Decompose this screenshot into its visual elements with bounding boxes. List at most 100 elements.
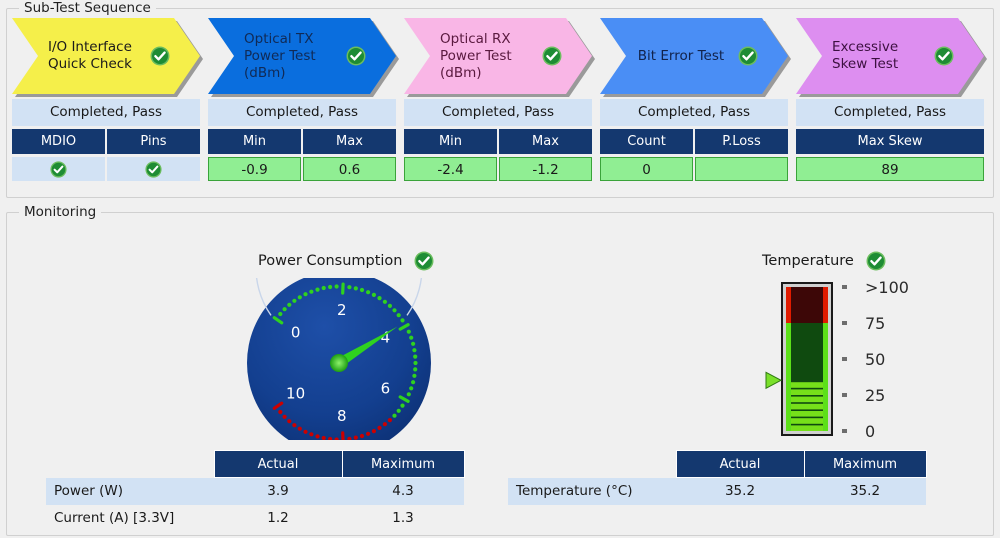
thermometer-tick-label: 0 [865,422,875,440]
power-consumption-label: Power Consumption [258,253,403,269]
temperature-actual-0: 35.2 [676,477,804,505]
sub-test-card-3[interactable]: Bit Error Test Completed, Pass Count P.Loss… [600,18,788,181]
sub-test-value-row: -2.4 -1.2 [404,157,592,181]
chevron-body[interactable]: I/O Interface Quick Check [12,18,200,94]
thermometer-tick-label: 75 [865,314,885,333]
sub-test-col-value-1: 0.6 [303,157,396,181]
thermometer-tick [842,285,847,289]
gauge-tick-label: 0 [291,324,301,342]
sub-test-col-value-0: 89 [796,157,984,181]
chevron-body[interactable]: Optical RX Power Test (dBm) [404,18,592,94]
temperature-table: Actual Maximum Temperature (°C) 35.2 35.2 [508,450,927,505]
sub-test-col-value-1 [107,157,200,181]
sub-test-col-header-0: Min [208,129,301,154]
sub-test-col-header-1: Max [499,129,592,154]
sub-test-value-row [12,157,200,181]
table-header-row: Actual Maximum [46,450,465,478]
sub-test-header-row: Min Max [404,129,592,154]
power-consumption-heading: Power Consumption [258,251,434,271]
power-consumption-gauge: 0 2 4 6 8 10 [246,184,432,455]
sub-test-status: Completed, Pass [600,99,788,126]
chevron-body[interactable]: Optical TX Power Test (dBm) [208,18,396,94]
temperature-heading: Temperature [762,251,886,271]
sub-test-header-row: MDIO Pins [12,129,200,154]
sub-test-col-value-1: -1.2 [499,157,592,181]
check-circle-icon [414,251,434,271]
power-row-label-0: Power (W) [46,477,214,505]
gauge-tick-label: 8 [337,407,347,425]
sub-test-card-2[interactable]: Optical RX Power Test (dBm) Completed, Pa… [404,18,592,181]
sub-test-name: Bit Error Test [637,47,725,64]
gauge-tick-label: 10 [286,384,305,402]
thermometer-tick-label: >100 [865,278,909,297]
temperature-row-label-0: Temperature (°C) [508,477,676,505]
sub-test-col-value-0 [12,157,105,181]
check-circle-icon [934,46,954,66]
power-maximum-1: 1.3 [392,510,414,526]
sub-test-chevron-2[interactable]: Optical RX Power Test (dBm) [404,18,592,94]
check-circle-icon [738,46,758,66]
temperature-label: Temperature [762,253,854,269]
sub-test-col-value-0: -0.9 [208,157,301,181]
sub-test-status: Completed, Pass [12,99,200,126]
chevron-body[interactable]: Excessive Skew Test [796,18,984,94]
thermometer-tick [842,429,847,433]
sub-test-col-value-0: -2.4 [404,157,497,181]
sub-test-card-0[interactable]: I/O Interface Quick Check Completed, Pass… [12,18,200,181]
sub-test-sequence-title: Sub-Test Sequence [19,0,156,16]
power-table-header-0 [46,451,214,478]
check-circle-icon [542,46,562,66]
temp-table-header-2: Maximum [803,450,927,478]
power-table-header-1: Actual [213,450,343,478]
check-circle-icon [145,160,162,178]
power-table-header-2: Maximum [341,450,465,478]
sub-test-value-row: 89 [796,157,984,181]
sub-test-value-row: -0.9 0.6 [208,157,396,181]
sub-test-header-row: Min Max [208,129,396,154]
sub-test-chevron-0[interactable]: I/O Interface Quick Check [12,18,200,94]
sub-test-status: Completed, Pass [208,99,396,126]
power-maximum-0: 4.3 [342,477,464,505]
thermometer-tick-label: 50 [865,350,885,369]
power-actual-1: 1.2 [267,510,289,526]
power-table: Actual Maximum Power (W) 3.9 4.3 Current (A… [46,450,465,532]
check-circle-icon [866,251,886,271]
thermometer-tick-label: 25 [865,386,885,405]
thermometer-tick [842,393,847,397]
sub-test-col-header-0: Max Skew [796,129,984,154]
sub-test-card-4[interactable]: Excessive Skew Test Completed, Pass Max Sk… [796,18,984,181]
chevron-body[interactable]: Bit Error Test [600,18,788,94]
temperature-maximum-0: 35.2 [804,477,926,505]
table-row: Temperature (°C) 35.2 35.2 [508,477,926,505]
power-row-label-1: Current (A) [3.3V] [54,510,175,526]
sub-test-chevron-3[interactable]: Bit Error Test [600,18,788,94]
sub-test-col-header-1: P.Loss [695,129,788,154]
sub-test-col-value-0: 0 [600,157,693,181]
sub-test-chevron-1[interactable]: Optical TX Power Test (dBm) [208,18,396,94]
sub-test-status: Completed, Pass [404,99,592,126]
sub-test-name: I/O Interface Quick Check [48,39,132,72]
sub-test-chevron-4[interactable]: Excessive Skew Test [796,18,984,94]
thermometer-tick [842,321,847,325]
gauge-hub [330,354,348,372]
sub-test-col-header-0: Min [404,129,497,154]
sub-test-card-1[interactable]: Optical TX Power Test (dBm) Completed, Pa… [208,18,396,181]
power-actual-0: 3.9 [214,477,342,505]
sub-test-col-value-1 [695,157,788,181]
temperature-thermometer: >100 75 50 25 0 [764,278,944,441]
thermometer-tick [842,357,847,361]
temp-table-header-0 [508,451,676,478]
gauge-tick-label: 2 [337,301,347,319]
table-row: Current (A) [3.3V] 1.2 1.3 [46,505,464,532]
sub-test-header-row: Max Skew [796,129,984,154]
sub-test-value-row: 0 [600,157,788,181]
check-circle-icon [346,46,366,66]
thermometer-pointer [765,371,783,390]
temp-table-header-1: Actual [675,450,805,478]
check-circle-icon [150,46,170,66]
sub-test-col-header-1: Max [303,129,396,154]
table-header-row: Actual Maximum [508,450,927,478]
sub-test-name: Optical TX Power Test (dBm) [244,30,316,81]
sub-test-name: Optical RX Power Test (dBm) [440,30,512,81]
sub-test-name: Excessive Skew Test [832,39,899,72]
